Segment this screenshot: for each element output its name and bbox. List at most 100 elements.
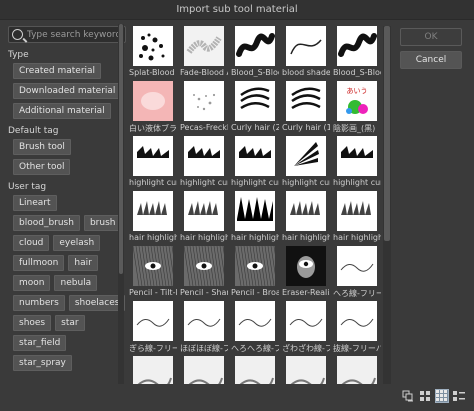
material-thumbnail — [133, 246, 173, 286]
material-thumbnail — [286, 246, 326, 286]
material-tile[interactable]: Curly hair (2) — [231, 81, 279, 132]
material-tile[interactable]: ほぼほぼ線-フ — [180, 301, 228, 354]
material-thumbnail — [133, 301, 173, 341]
material-tile[interactable]: hair highlight — [333, 191, 381, 242]
grid-scrollbar-thumb[interactable] — [384, 26, 390, 241]
material-thumbnail — [286, 81, 326, 121]
material-tile[interactable] — [282, 356, 330, 384]
search-box[interactable] — [8, 26, 126, 43]
material-label: hair highlight — [231, 233, 279, 242]
material-tile[interactable] — [231, 356, 279, 384]
material-tile[interactable] — [129, 356, 177, 384]
material-label: hair highlight — [129, 233, 177, 242]
material-tile[interactable]: highlight curve — [282, 136, 330, 187]
large-thumb-view-icon[interactable] — [418, 389, 432, 403]
material-label: Pencil - Sharp — [180, 288, 228, 297]
material-tile[interactable] — [333, 356, 381, 384]
material-label: Curly hair (2) — [231, 123, 279, 132]
material-thumbnail — [337, 136, 377, 176]
tag-chip[interactable]: Downloaded material — [13, 83, 122, 99]
material-grid: Splat-Blood AiFade-Blood AiBlood_S-Blood… — [129, 26, 381, 384]
material-thumbnail — [184, 81, 224, 121]
material-tile[interactable]: Fade-Blood Ai — [180, 26, 228, 77]
tag-chip[interactable]: numbers — [13, 295, 65, 311]
list-view-icon[interactable] — [401, 389, 415, 403]
material-label: 白い液体ブラシ — [129, 124, 177, 133]
ok-button[interactable]: OK — [400, 28, 462, 46]
tag-chip[interactable]: star_spray — [13, 355, 72, 371]
material-tile[interactable]: Pencil - Tilt-Pe — [129, 246, 177, 297]
tag-chip[interactable]: star — [55, 315, 85, 331]
material-tile[interactable]: hair highlight — [180, 191, 228, 242]
tag-chip[interactable]: star_field — [13, 335, 67, 351]
material-label: hair highlight — [180, 233, 228, 242]
material-tile[interactable]: あいう 陰影画_(黒) — [333, 81, 381, 134]
cancel-button[interactable]: Cancel — [400, 51, 462, 69]
filter-scrollbar[interactable] — [118, 24, 124, 384]
tag-chip[interactable]: blood_brush — [13, 215, 80, 231]
material-tile[interactable]: hair highlight — [129, 191, 177, 242]
tag-chip[interactable]: eyelash — [53, 235, 101, 251]
material-tile[interactable]: blood shade1 — [282, 26, 330, 77]
tag-chip[interactable]: moon — [13, 275, 51, 291]
material-tile[interactable]: 白い液体ブラシ — [129, 81, 177, 134]
material-tile[interactable]: highlight curve — [231, 136, 279, 187]
filter-scrollbar-thumb[interactable] — [119, 24, 123, 274]
tag-chip[interactable]: cloud — [13, 235, 50, 251]
material-tile[interactable]: Pencil - Sharp — [180, 246, 228, 297]
material-label: へろへろ線-フ — [231, 344, 279, 353]
type-chip-group: Created material Downloaded material Addit… — [8, 63, 126, 119]
material-tile[interactable]: Curly hair (1) — [282, 81, 330, 132]
material-thumbnail — [235, 81, 275, 121]
material-tile[interactable]: highlight curve — [180, 136, 228, 187]
tag-chip[interactable]: nebula — [54, 275, 98, 291]
material-thumbnail — [286, 26, 326, 66]
small-thumb-view-icon[interactable] — [435, 389, 449, 403]
material-tile[interactable]: hair highlight — [282, 191, 330, 242]
tag-chip[interactable]: shoes — [13, 315, 52, 331]
search-input[interactable] — [27, 29, 123, 40]
material-tile[interactable]: 抜線-フリーハ — [333, 301, 381, 354]
material-thumbnail — [337, 26, 377, 66]
material-thumbnail: あいう — [337, 81, 377, 121]
material-tile[interactable]: Eraser-Realist — [282, 246, 330, 297]
material-thumbnail — [184, 136, 224, 176]
material-label: Pencil - Tilt-Pe — [129, 288, 177, 297]
material-thumbnail — [133, 136, 173, 176]
tag-chip[interactable]: brush — [83, 215, 122, 231]
material-thumbnail — [133, 81, 173, 121]
tag-chip[interactable]: Brush tool — [13, 139, 71, 155]
svg-text:あいう: あいう — [347, 87, 368, 95]
detail-view-icon[interactable] — [452, 389, 466, 403]
tag-chip[interactable]: Additional material — [13, 103, 111, 119]
material-thumbnail — [184, 26, 224, 66]
material-thumbnail — [184, 356, 224, 384]
material-tile[interactable]: Pecas-Freckle — [180, 81, 228, 132]
tag-chip[interactable]: Lineart — [13, 195, 57, 211]
material-label: Blood_S-Blood — [333, 68, 381, 77]
material-tile[interactable]: ざわざわ線-フ — [282, 301, 330, 354]
view-mode-bar — [401, 389, 466, 403]
tag-chip[interactable]: Created material — [13, 63, 102, 79]
material-tile[interactable] — [180, 356, 228, 384]
material-tile[interactable]: Pencil - Broad — [231, 246, 279, 297]
tag-chip[interactable]: fullmoon — [13, 255, 65, 271]
grid-scrollbar[interactable] — [383, 26, 391, 384]
material-label: へろ線-フリーハ — [333, 289, 381, 298]
material-thumbnail — [184, 301, 224, 341]
material-label: highlight curve — [282, 178, 330, 187]
material-tile[interactable]: へろへろ線-フ — [231, 301, 279, 354]
material-tile[interactable]: highlight curve — [333, 136, 381, 187]
tag-chip[interactable]: Other tool — [13, 159, 71, 175]
tag-chip[interactable]: shoelaces — [68, 295, 126, 311]
material-tile[interactable]: へろ線-フリーハ — [333, 246, 381, 299]
material-thumbnail — [184, 191, 224, 231]
material-tile[interactable]: highlight curve — [129, 136, 177, 187]
material-tile[interactable]: Splat-Blood Ai — [129, 26, 177, 77]
material-tile[interactable]: Blood_S-Blood — [333, 26, 381, 77]
material-tile[interactable]: ぎら線-フリーハ — [129, 301, 177, 354]
tag-chip[interactable]: hair — [68, 255, 98, 271]
material-tile[interactable]: Blood_S-Blood — [231, 26, 279, 77]
material-tile[interactable]: hair highlight — [231, 191, 279, 242]
material-label: Fade-Blood Ai — [180, 68, 228, 77]
